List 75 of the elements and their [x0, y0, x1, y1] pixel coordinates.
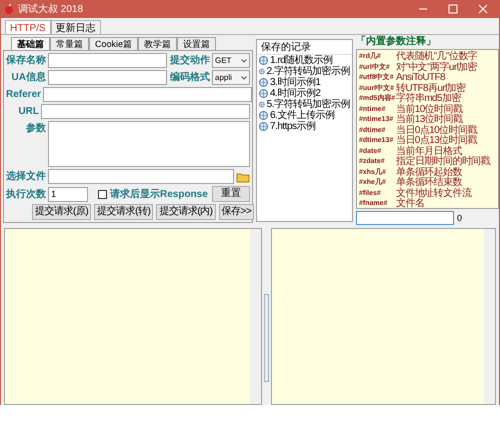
input-field[interactable]	[41, 104, 250, 119]
checkbox[interactable]	[98, 190, 107, 198]
dropdown[interactable]: GET	[212, 53, 250, 68]
folder-icon[interactable]	[236, 170, 250, 182]
field-label: 参数	[25, 122, 46, 136]
field-label: Referer	[6, 88, 42, 102]
globe-icon	[259, 111, 268, 120]
globe-icon	[259, 67, 265, 76]
param-description: 文件地址转文件流	[396, 188, 472, 198]
list-item[interactable]: 1.rd随机数示例	[257, 55, 352, 66]
chevron-icon	[241, 76, 247, 80]
submit-button[interactable]: 提交请求(转)	[94, 204, 154, 220]
close-icon[interactable]	[478, 4, 488, 14]
param-description: 字符串md5加密	[396, 94, 461, 104]
param-description: 转UTF8再url加密	[396, 84, 466, 94]
input-field[interactable]	[48, 53, 167, 68]
app-icon	[4, 4, 14, 14]
window-title: 调试大叔 2018	[18, 2, 84, 16]
input-field[interactable]	[43, 87, 252, 102]
list-item[interactable]: 5.字符转码加密示例	[257, 99, 352, 110]
field-label: 编码格式	[169, 70, 210, 85]
param-description: 单条循环起始数	[396, 168, 462, 178]
param-description: 当前13位时间戳	[396, 115, 462, 125]
field-label: UA信息	[10, 70, 46, 85]
list-item[interactable]: 7.https示例	[257, 121, 352, 132]
tab[interactable]: HTTP/S	[5, 20, 51, 34]
list-item[interactable]: 6.文件上传示例	[257, 110, 352, 121]
submit-button[interactable]: 保存>>	[218, 204, 254, 220]
param-description: 当前年月日格式	[396, 146, 462, 156]
file-field[interactable]	[48, 169, 234, 184]
field-label: 提交动作	[169, 53, 210, 68]
tab[interactable]: 设置篇	[177, 37, 216, 50]
scrollbar[interactable]	[250, 229, 261, 404]
list-item[interactable]: 2.字符转码加密示例	[257, 66, 352, 77]
param-description: 当前10位时间戳	[396, 104, 462, 114]
list-item[interactable]: 4.时间示例2	[257, 88, 352, 99]
globe-icon	[259, 56, 268, 65]
globe-icon	[259, 122, 268, 131]
checkbox-label: 请求后显示Response	[110, 188, 208, 202]
param-description: 代表随机"几"位数字	[396, 52, 478, 62]
param-description: 指定日期时间的时间戳	[396, 157, 490, 167]
dropdown[interactable]: appli	[212, 70, 250, 85]
input-field[interactable]: 1	[48, 186, 88, 202]
tab[interactable]: 教学篇	[138, 37, 178, 50]
maximize-icon[interactable]	[448, 4, 458, 14]
params-field[interactable]	[48, 121, 250, 167]
tab[interactable]: 常量篇	[50, 37, 89, 50]
globe-icon	[259, 100, 265, 109]
field-label: 保存名称	[6, 54, 46, 68]
field-label: URL	[17, 105, 39, 119]
submit-button[interactable]: 提交请求(内)	[156, 204, 216, 220]
param-description: 当日0点10位时间戳	[396, 126, 477, 136]
submit-button[interactable]: 提交请求(原)	[32, 204, 92, 220]
notes-title: 「内置参数注释」	[356, 37, 437, 47]
input-field[interactable]	[48, 70, 167, 85]
reset-button[interactable]: 重置	[212, 186, 250, 202]
chevron-icon	[241, 58, 247, 62]
param-description: 对"中文"两字url加密	[396, 62, 478, 72]
counter: 0	[457, 214, 462, 222]
tab[interactable]: Cookie篇	[89, 37, 138, 50]
scrollbar[interactable]	[484, 229, 495, 404]
input-field[interactable]	[356, 211, 454, 225]
splitter-handle[interactable]	[264, 294, 269, 382]
param-description: AnsiToUTF8	[396, 73, 446, 83]
list-header: 保存的记录	[257, 40, 352, 55]
globe-icon	[259, 89, 268, 98]
tab[interactable]: 基础篇	[11, 37, 50, 50]
param-description: 文件名	[396, 199, 424, 210]
tab[interactable]: 更新日志	[50, 20, 101, 34]
field-label: 执行次数	[6, 188, 46, 202]
param-description: 当日0点13位时间戳	[396, 136, 477, 146]
field-label: 选择文件	[6, 170, 46, 184]
globe-icon	[259, 78, 268, 87]
list-item[interactable]: 3.时间示例1	[257, 77, 352, 88]
param-description: 单条循环结束数	[396, 178, 462, 188]
